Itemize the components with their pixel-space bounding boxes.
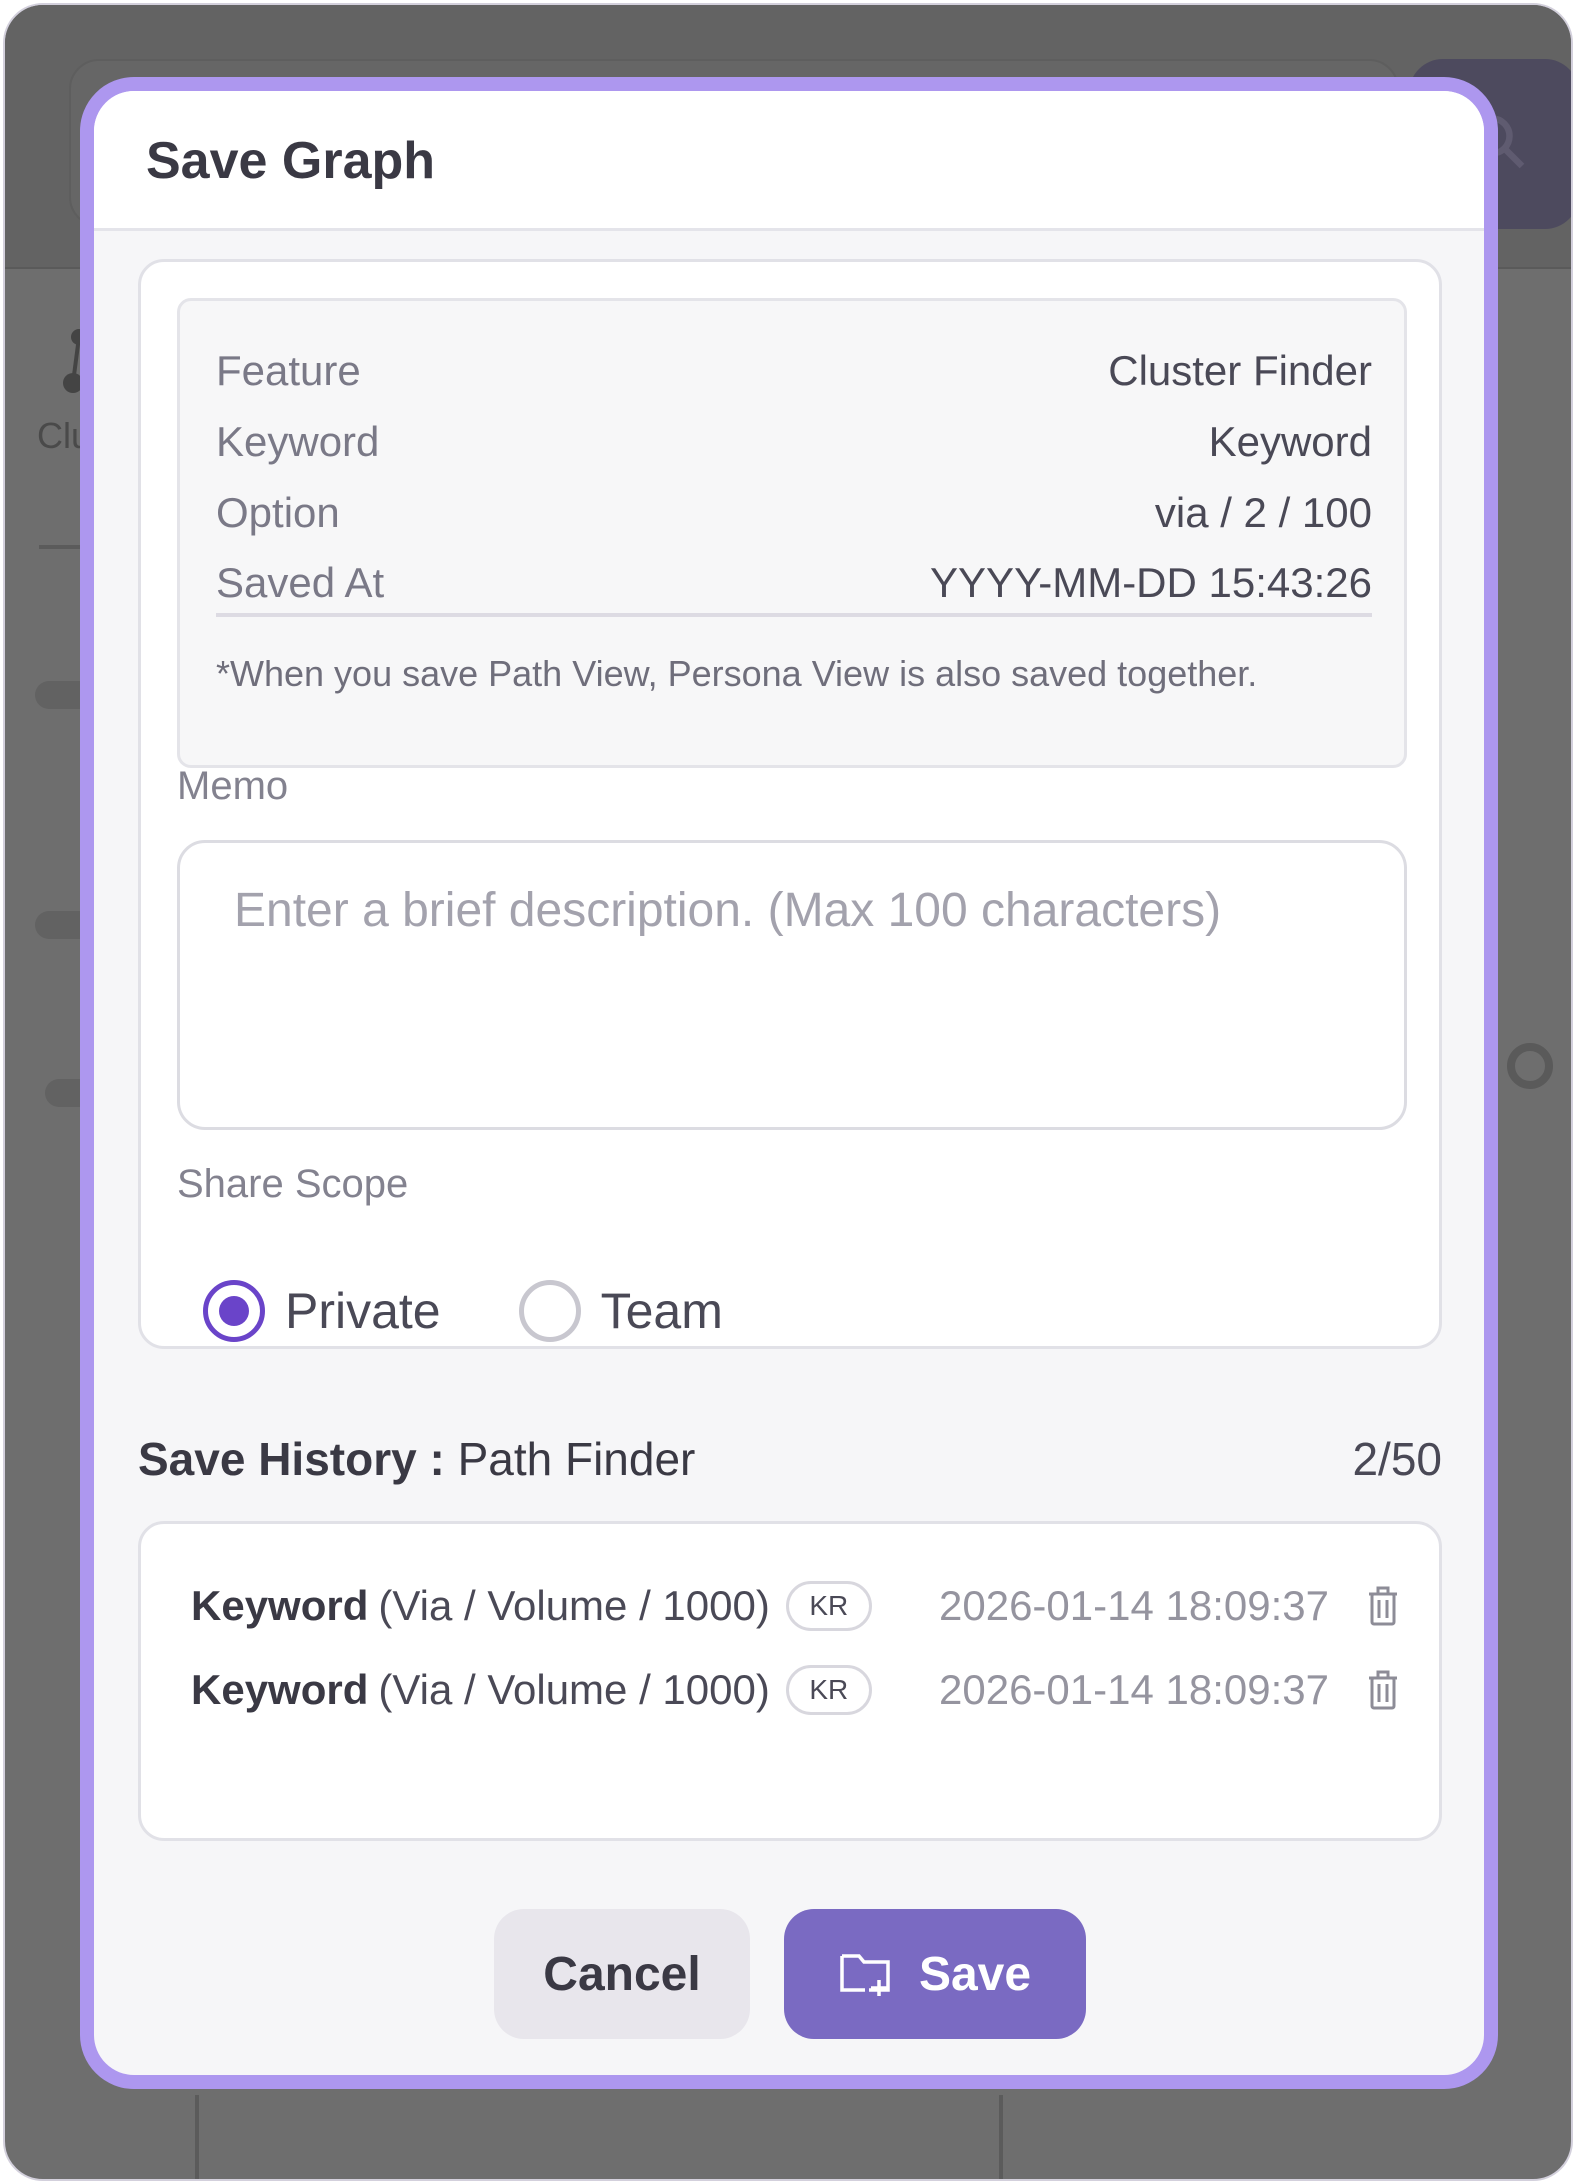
- history-item-name: Keyword: [191, 1666, 369, 1713]
- info-label: Option: [216, 489, 340, 536]
- history-item-date: 2026-01-14 18:09:37: [939, 1582, 1329, 1629]
- folder-plus-icon: [840, 1954, 890, 1996]
- info-row-option: Option via / 2 / 100: [216, 483, 1372, 543]
- history-item-options: (Via / Volume / 1000): [378, 1666, 770, 1713]
- delete-history-button[interactable]: [1365, 1584, 1401, 1628]
- radio-dot: [219, 1296, 249, 1326]
- radio-team[interactable]: Team: [518, 1280, 723, 1342]
- save-form-card: Feature Cluster Finder Keyword Keyword O…: [138, 259, 1442, 1349]
- save-history-title-bold: Save History :: [138, 1433, 445, 1485]
- info-value: via / 2 / 100: [1154, 489, 1372, 536]
- memo-input[interactable]: [234, 883, 1334, 1083]
- memo-field[interactable]: [177, 840, 1407, 1130]
- radio-label-private[interactable]: Private: [285, 1282, 441, 1340]
- save-history-header: Save History : Path Finder 2/50: [138, 1429, 1442, 1489]
- info-row-keyword: Keyword Keyword: [216, 412, 1372, 472]
- cancel-button[interactable]: Cancel: [494, 1909, 750, 2039]
- memo-label: Memo: [177, 764, 289, 808]
- info-row-saved-at: Saved At YYYY-MM-DD 15:43:26: [216, 553, 1372, 613]
- region-badge: KR: [785, 1665, 872, 1715]
- radio-private[interactable]: Private: [203, 1280, 441, 1342]
- save-history-title: Save History : Path Finder: [138, 1432, 695, 1486]
- save-history-count: 2/50: [1352, 1433, 1442, 1485]
- info-divider: [216, 613, 1372, 617]
- dialog-header: Save Graph: [94, 91, 1484, 231]
- share-scope-radio-group: Private Team: [203, 1276, 801, 1346]
- history-item-name: Keyword: [191, 1582, 369, 1629]
- history-item[interactable]: Keyword (Via / Volume / 1000) KR 2026-01…: [191, 1660, 1401, 1720]
- graph-info-box: Feature Cluster Finder Keyword Keyword O…: [177, 298, 1407, 768]
- save-button-label: Save: [918, 1947, 1032, 2001]
- region-badge: KR: [785, 1581, 872, 1631]
- save-history-feature: Path Finder: [457, 1433, 696, 1485]
- info-note: *When you save Path View, Persona View i…: [216, 653, 1258, 694]
- history-item-options: (Via / Volume / 1000): [378, 1582, 770, 1629]
- info-value: Keyword: [1208, 418, 1372, 465]
- background-divider: [999, 2095, 1003, 2179]
- save-history-list: Keyword (Via / Volume / 1000) KR 2026-01…: [138, 1521, 1442, 1841]
- radio-button-checked[interactable]: [203, 1280, 265, 1342]
- share-scope-label: Share Scope: [177, 1162, 409, 1206]
- save-button[interactable]: Save: [784, 1909, 1086, 2039]
- radio-label-team[interactable]: Team: [601, 1282, 723, 1340]
- trash-icon: [1369, 1670, 1397, 1710]
- history-item-date: 2026-01-14 18:09:37: [939, 1666, 1329, 1713]
- dialog-title: Save Graph: [146, 132, 436, 190]
- delete-history-button[interactable]: [1365, 1668, 1401, 1712]
- info-label: Keyword: [216, 418, 380, 465]
- trash-icon: [1369, 1586, 1397, 1626]
- background-divider: [195, 2095, 199, 2179]
- info-row-feature: Feature Cluster Finder: [216, 341, 1372, 401]
- info-label: Saved At: [216, 559, 385, 606]
- save-graph-dialog: Save Graph Feature Cluster Finder Keywor…: [80, 77, 1498, 2089]
- info-value: Cluster Finder: [1108, 347, 1372, 394]
- info-value: YYYY-MM-DD 15:43:26: [930, 559, 1372, 606]
- radio-button-unchecked[interactable]: [518, 1280, 581, 1342]
- history-item[interactable]: Keyword (Via / Volume / 1000) KR 2026-01…: [191, 1576, 1401, 1636]
- background-node: [1507, 1043, 1553, 1089]
- info-label: Feature: [216, 347, 361, 394]
